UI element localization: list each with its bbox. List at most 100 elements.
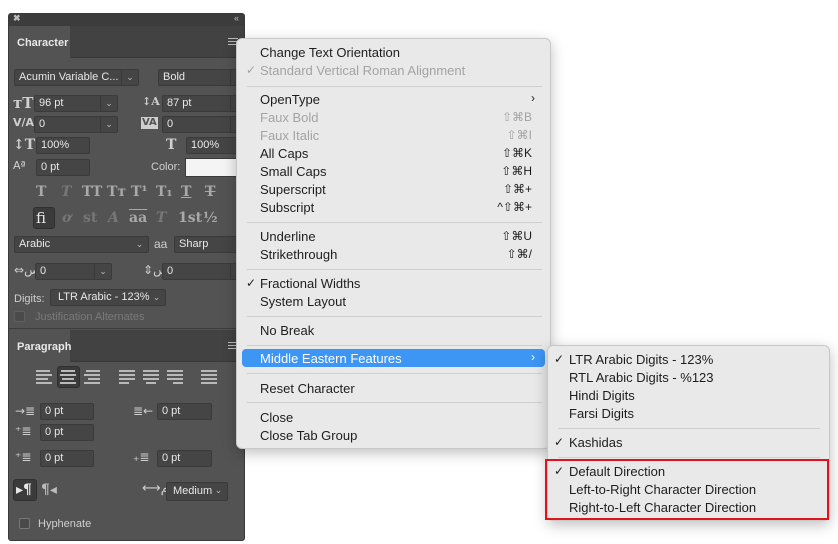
menu-separator <box>247 345 542 346</box>
underline-button[interactable]: T <box>181 185 191 199</box>
antialias-value: Sharp <box>179 238 209 250</box>
menu-item-no-break[interactable]: No Break <box>242 321 545 339</box>
stylistic-alternates-button[interactable]: st <box>83 211 97 225</box>
menu-item-label: System Layout <box>260 294 346 309</box>
arabic-space-right-dropdown[interactable]: 0 ⌄ <box>162 263 244 280</box>
font-style-dropdown[interactable]: Bold ⌄ <box>158 69 244 86</box>
subscript-button[interactable]: T₁ <box>156 185 173 199</box>
menu-item-superscript[interactable]: Superscript ⇧⌘+ <box>242 180 545 198</box>
fractions-button[interactable]: ½ <box>203 211 218 225</box>
kerning-icon: V/A <box>13 116 35 129</box>
font-family-dropdown[interactable]: Acumin Variable C... ⌄ <box>14 69 139 86</box>
all-caps-button[interactable]: TT <box>82 185 102 199</box>
titling-alternates-button[interactable]: aa <box>129 211 147 225</box>
menu-item-small-caps[interactable]: Small Caps ⇧⌘H <box>242 162 545 180</box>
menu-item-faux-italic[interactable]: Faux Italic ⇧⌘I <box>242 126 545 144</box>
menu-item-reset-character[interactable]: Reset Character <box>242 379 545 397</box>
rtl-paragraph-direction-button[interactable]: ▸¶ <box>16 483 32 497</box>
justify-all-button[interactable] <box>201 370 217 384</box>
kerning-dropdown[interactable]: 0 ⌄ <box>34 116 118 133</box>
menu-item-label: Middle Eastern Features <box>260 351 402 366</box>
submenu-item-ltr-arabic-digits[interactable]: ✓ LTR Arabic Digits - 123% <box>548 350 829 368</box>
submenu-item-hindi-digits[interactable]: Hindi Digits <box>548 386 829 404</box>
menu-item-label: No Break <box>260 323 315 338</box>
font-family-value: Acumin Variable C... <box>19 71 119 83</box>
faux-bold-button[interactable]: T <box>36 185 46 199</box>
baseline-shift-icon: Aª <box>13 159 26 172</box>
menu-item-close-tab-group[interactable]: Close Tab Group <box>242 426 545 444</box>
hyphenate-label: Hyphenate <box>38 518 92 530</box>
submenu-arrow-icon: › <box>531 350 535 364</box>
tab-character[interactable]: Character <box>9 26 70 58</box>
menu-item-label: Subscript <box>260 200 315 215</box>
menu-item-label: Superscript <box>260 182 326 197</box>
ligatures-button[interactable]: fi <box>36 211 46 226</box>
digits-value: LTR Arabic - 123% <box>58 291 150 303</box>
faux-italic-button[interactable]: T <box>61 185 71 199</box>
font-size-value: 96 pt <box>39 97 64 109</box>
collapse-panel-icon[interactable]: « <box>234 14 239 23</box>
ltr-paragraph-direction-button[interactable]: ¶◂ <box>41 483 57 497</box>
indent-left-input[interactable]: 0 pt <box>40 403 94 420</box>
vertical-scale-input[interactable]: 100% <box>36 137 90 154</box>
vertical-scale-icon: ↕T <box>13 137 36 153</box>
close-panel-icon[interactable]: ✖ <box>13 14 21 24</box>
submenu-item-farsi-digits[interactable]: Farsi Digits <box>548 404 829 422</box>
align-right-button[interactable] <box>84 370 100 384</box>
tracking-dropdown[interactable]: 0 ⌄ <box>162 116 244 133</box>
menu-item-subscript[interactable]: Subscript ^⇧⌘+ <box>242 198 545 216</box>
contextual-alternates-button[interactable]: T <box>156 211 166 225</box>
arabic-space-left-dropdown[interactable]: 0 ⌄ <box>35 263 112 280</box>
tab-paragraph[interactable]: Paragraph <box>9 330 71 362</box>
chevron-down-icon: ⌄ <box>152 292 161 302</box>
menu-separator <box>247 402 542 403</box>
menu-item-label: Hindi Digits <box>569 388 635 403</box>
justify-last-center-button[interactable] <box>143 370 159 384</box>
strikethrough-button[interactable]: T <box>205 185 215 199</box>
chevron-down-icon: ⌄ <box>94 264 111 279</box>
menu-item-underline[interactable]: Underline ⇧⌘U <box>242 227 545 245</box>
menu-separator <box>558 457 820 458</box>
menu-item-change-text-orientation[interactable]: Change Text Orientation <box>242 43 545 61</box>
space-after-input[interactable]: 0 pt <box>157 450 212 467</box>
align-center-button[interactable] <box>60 370 76 384</box>
indent-right-input[interactable]: 0 pt <box>157 403 212 420</box>
menu-item-all-caps[interactable]: All Caps ⇧⌘K <box>242 144 545 162</box>
menu-item-middle-eastern-features[interactable]: Middle Eastern Features › <box>242 349 545 367</box>
menu-item-opentype[interactable]: OpenType › <box>242 90 545 108</box>
annotation-highlight-box <box>545 459 829 520</box>
font-size-dropdown[interactable]: 96 pt ⌄ <box>34 95 118 112</box>
align-left-button[interactable] <box>36 370 52 384</box>
leading-dropdown[interactable]: 87 pt ⌄ <box>162 95 244 112</box>
ordinals-button[interactable]: 1st <box>178 211 202 225</box>
small-caps-button[interactable]: Tт <box>107 185 126 199</box>
submenu-item-rtl-arabic-digits[interactable]: RTL Arabic Digits - %123 <box>548 368 829 386</box>
swash-button[interactable]: A <box>108 211 119 225</box>
discretionary-ligatures-button[interactable]: ơ <box>62 211 71 225</box>
panel-flyout-menu: Change Text Orientation ✓ Standard Verti… <box>236 38 551 449</box>
menu-item-close[interactable]: Close <box>242 408 545 426</box>
indent-first-line-input[interactable]: 0 pt <box>40 424 94 441</box>
menu-item-faux-bold[interactable]: Faux Bold ⇧⌘B <box>242 108 545 126</box>
menu-item-shortcut: ^⇧⌘+ <box>497 200 532 214</box>
digits-dropdown[interactable]: LTR Arabic - 123% ⌄ <box>50 289 166 306</box>
menu-item-fractional-widths[interactable]: ✓ Fractional Widths <box>242 274 545 292</box>
hyphenate-checkbox[interactable] <box>19 518 30 529</box>
menu-item-system-layout[interactable]: System Layout <box>242 292 545 310</box>
menu-item-label: Faux Bold <box>260 110 319 125</box>
chevron-down-icon: ⌄ <box>214 485 223 495</box>
antialias-dropdown[interactable]: Sharp ⌄ <box>174 236 244 253</box>
baseline-shift-input[interactable]: 0 pt <box>36 159 90 176</box>
superscript-button[interactable]: T¹ <box>131 185 148 199</box>
kashida-dropdown[interactable]: Medium ⌄ <box>166 482 228 501</box>
tracking-value: 0 <box>167 118 174 130</box>
submenu-item-kashidas[interactable]: ✓ Kashidas <box>548 433 829 451</box>
justify-last-left-button[interactable] <box>119 370 135 384</box>
leading-icon: ↕A <box>142 95 160 108</box>
menu-item-standard-vertical-roman-alignment[interactable]: ✓ Standard Vertical Roman Alignment <box>242 61 545 79</box>
language-dropdown[interactable]: Arabic ⌄ <box>14 236 149 253</box>
justification-alternates-checkbox[interactable] <box>14 311 25 322</box>
menu-item-strikethrough[interactable]: Strikethrough ⇧⌘/ <box>242 245 545 263</box>
space-before-input[interactable]: 0 pt <box>40 450 94 467</box>
justify-last-right-button[interactable] <box>167 370 183 384</box>
